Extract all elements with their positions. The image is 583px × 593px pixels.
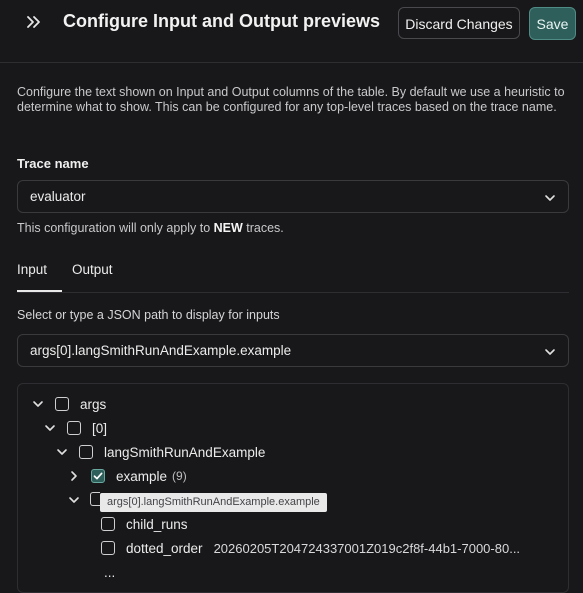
tree-row-run[interactable]	[67, 490, 91, 510]
tree-row-label: [0]	[92, 420, 108, 436]
note-emphasis: NEW	[213, 221, 243, 235]
discard-changes-button[interactable]: Discard Changes	[398, 7, 520, 39]
chevron-down-icon	[544, 345, 556, 357]
checkbox[interactable]	[101, 541, 115, 555]
checkbox-checked[interactable]	[91, 469, 105, 483]
save-button[interactable]: Save	[529, 7, 576, 40]
checkbox[interactable]	[90, 492, 100, 506]
trace-name-select[interactable]: evaluator	[17, 180, 569, 213]
checkbox[interactable]	[55, 397, 69, 411]
chevron-down-icon	[544, 191, 556, 203]
tree-row-example[interactable]: example (9)	[67, 466, 187, 486]
note-suffix: traces.	[242, 221, 284, 235]
tree-row-more: ...	[104, 562, 115, 582]
tab-input[interactable]: Input	[17, 262, 47, 277]
tree-row-value: 20260205T204724337001Z019c2f8f-44b1-7000…	[213, 540, 521, 556]
tree-row-args[interactable]: args	[31, 394, 106, 414]
header: Configure Input and Output previews Disc…	[0, 0, 583, 46]
tree-row-child-runs[interactable]: child_runs	[101, 514, 188, 534]
header-divider	[0, 62, 583, 63]
tabs-divider	[17, 292, 569, 293]
tree-row-label: langSmithRunAndExample	[104, 444, 266, 460]
double-chevron-right-icon[interactable]	[24, 12, 44, 32]
tab-output[interactable]: Output	[72, 262, 113, 277]
chevron-down-icon[interactable]	[43, 421, 57, 435]
input-path-instruction: Select or type a JSON path to display fo…	[17, 308, 280, 322]
tree-row-index-0[interactable]: [0]	[43, 418, 107, 438]
tree-row-label: example	[116, 468, 168, 484]
checkbox[interactable]	[79, 445, 93, 459]
input-path-value: args[0].langSmithRunAndExample.example	[30, 343, 292, 358]
chevron-down-icon[interactable]	[55, 445, 69, 459]
description-text: Configure the text shown on Input and Ou…	[17, 85, 565, 114]
tree-row-label: dotted_order	[126, 540, 203, 556]
chevron-down-icon[interactable]	[67, 493, 81, 507]
input-path-select[interactable]: args[0].langSmithRunAndExample.example	[17, 334, 569, 367]
json-tree	[17, 383, 569, 593]
checkbox[interactable]	[67, 421, 81, 435]
trace-name-label: Trace name	[17, 156, 89, 171]
trace-name-value: evaluator	[30, 189, 86, 204]
tree-row-label: args	[80, 396, 107, 412]
page-title: Configure Input and Output previews	[63, 11, 380, 31]
path-tooltip: args[0].langSmithRunAndExample.example	[100, 493, 327, 512]
tree-row-label: child_runs	[126, 516, 188, 532]
tree-row-ellipsis: ...	[104, 564, 116, 580]
chevron-right-icon[interactable]	[67, 469, 81, 483]
chevron-down-icon[interactable]	[31, 397, 45, 411]
tree-row-langsmith[interactable]: langSmithRunAndExample	[55, 442, 265, 462]
child-count: (9)	[172, 469, 187, 483]
tree-row-dotted-order[interactable]: dotted_order 20260205T204724337001Z019c2…	[101, 538, 520, 558]
config-note: This configuration will only apply to NE…	[17, 221, 284, 235]
checkbox[interactable]	[101, 517, 115, 531]
note-prefix: This configuration will only apply to	[17, 221, 214, 235]
